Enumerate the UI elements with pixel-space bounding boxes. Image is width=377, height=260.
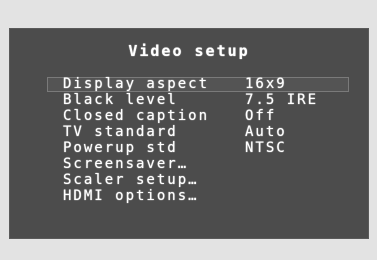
menu-item-value: 16x9 bbox=[245, 76, 287, 92]
menu-item-label: Screensaver… bbox=[63, 156, 189, 172]
menu-item-label: Display aspect bbox=[63, 76, 210, 92]
menu-item-value: Off bbox=[245, 108, 277, 124]
menu-item-label: Scaler setup… bbox=[63, 172, 199, 188]
menu-item-scaler-setup[interactable]: Scaler setup… bbox=[51, 172, 351, 188]
menu-item-label: TV standard bbox=[63, 124, 178, 140]
menu-item-tv-standard[interactable]: TV standard Auto bbox=[51, 124, 351, 140]
menu-item-label: Closed caption bbox=[63, 108, 210, 124]
menu-item-value: 7.5 IRE bbox=[245, 92, 319, 108]
menu-item-value: NTSC bbox=[245, 140, 287, 156]
menu-item-label: Black level bbox=[63, 92, 178, 108]
menu-item-powerup-std[interactable]: Powerup std NTSC bbox=[51, 140, 351, 156]
screen-frame: Video setup Display aspect 16x9 Black le… bbox=[0, 0, 377, 260]
menu-item-label: HDMI options… bbox=[63, 188, 199, 204]
menu-item-closed-caption[interactable]: Closed caption Off bbox=[51, 108, 351, 124]
menu-item-black-level[interactable]: Black level 7.5 IRE bbox=[51, 92, 351, 108]
osd-menu-panel: Video setup Display aspect 16x9 Black le… bbox=[9, 28, 369, 239]
menu-list: Display aspect 16x9 Black level 7.5 IRE … bbox=[47, 76, 351, 204]
menu-item-label: Powerup std bbox=[63, 140, 178, 156]
menu-item-display-aspect[interactable]: Display aspect 16x9 bbox=[47, 76, 351, 92]
menu-item-screensaver[interactable]: Screensaver… bbox=[51, 156, 351, 172]
menu-title: Video setup bbox=[128, 42, 250, 60]
menu-item-value: Auto bbox=[245, 124, 287, 140]
menu-item-hdmi-options[interactable]: HDMI options… bbox=[51, 188, 351, 204]
